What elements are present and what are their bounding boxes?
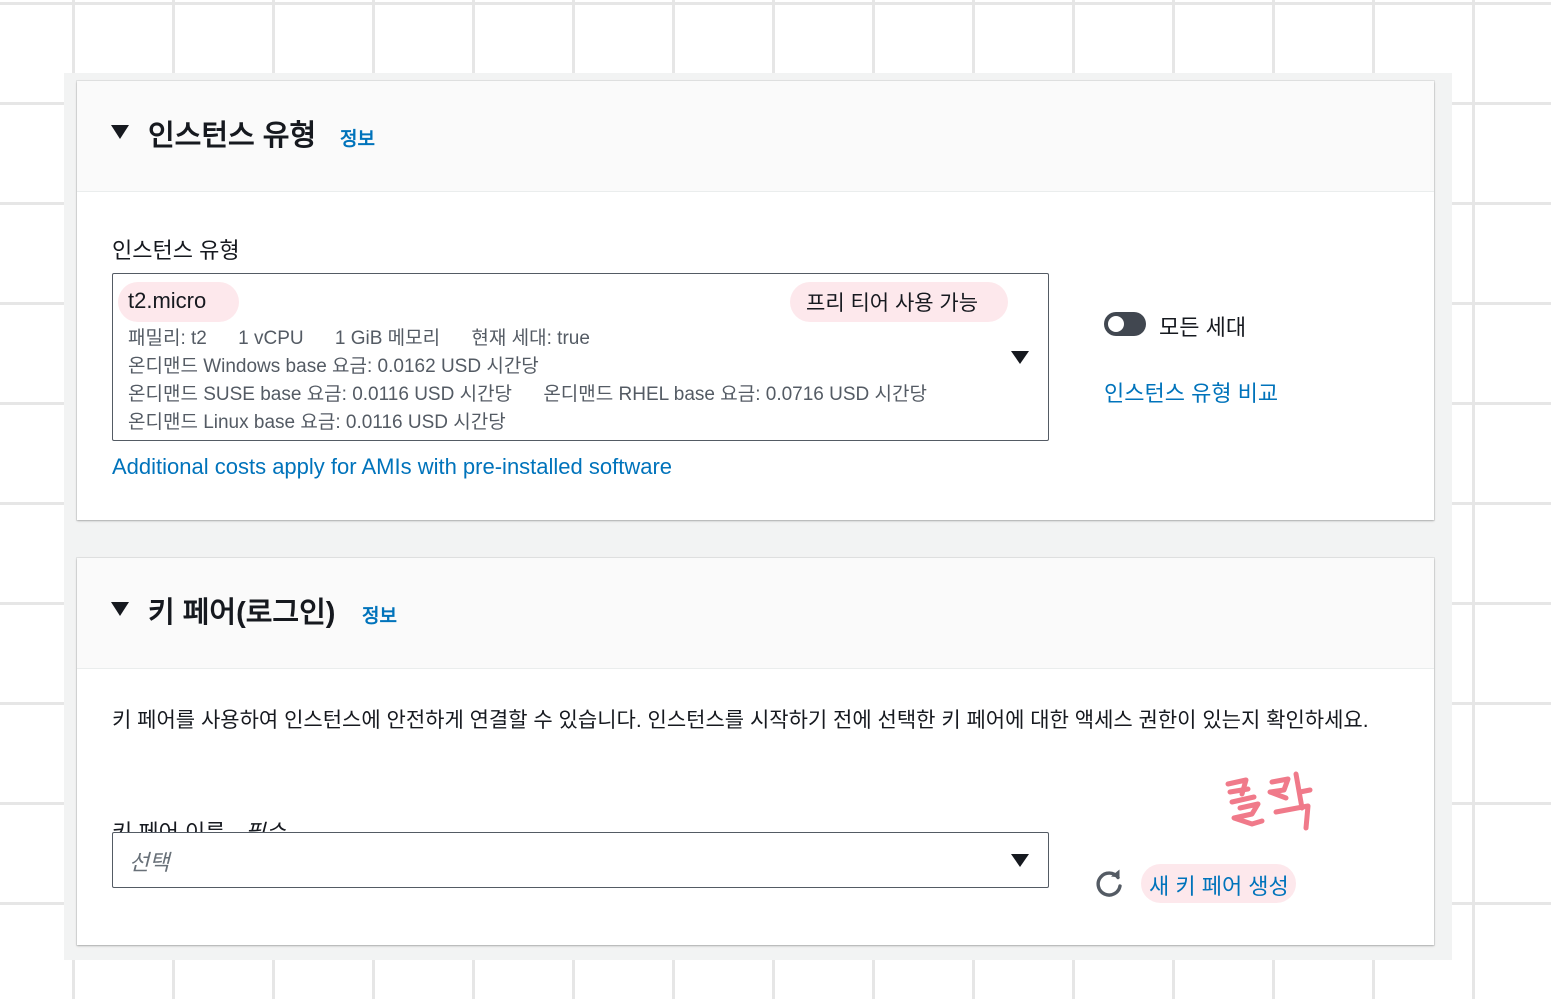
handwritten-click-note — [1225, 771, 1313, 831]
instance-type-select[interactable]: t2.micro 프리 티어 사용 가능 패밀리: t2 1 vCPU 1 Gi… — [112, 273, 1049, 441]
select-placeholder: 선택 — [129, 850, 170, 875]
key-pair-panel: 키 페어(로그인) 정보 키 페어를 사용하여 인스턴스에 안전하게 연결할 수… — [77, 558, 1434, 945]
family-text: 패밀리: t2 — [128, 328, 207, 349]
instance-type-panel: 인스턴스 유형 정보 인스턴스 유형 t2.micro 프리 티어 사용 가능 … — [77, 81, 1434, 520]
compare-instance-types-link[interactable]: 인스턴스 유형 비교 — [1104, 376, 1278, 408]
instance-specs: 패밀리: t2 1 vCPU 1 GiB 메모리 현재 세대: true — [128, 323, 616, 350]
price-linux: 온디맨드 Linux base 요금: 0.0116 USD 시간당 — [128, 412, 506, 433]
all-generations-label: 모든 세대 — [1159, 315, 1247, 340]
dropdown-arrow-icon — [1011, 351, 1029, 364]
refresh-icon[interactable] — [1092, 867, 1126, 901]
panel-header: 키 페어(로그인) 정보 — [77, 558, 1434, 669]
key-pair-select[interactable]: 선택 — [112, 832, 1049, 888]
toggle-knob — [1108, 316, 1124, 332]
price-rhel: 온디맨드 RHEL base 요금: 0.0716 USD 시간당 — [543, 384, 927, 405]
price-suse: 온디맨드 SUSE base 요금: 0.0116 USD 시간당 — [128, 384, 513, 405]
generation-text: 현재 세대: true — [471, 328, 590, 349]
free-tier-badge: 프리 티어 사용 가능 — [806, 292, 979, 315]
vcpu-text: 1 vCPU — [238, 328, 304, 349]
info-link[interactable]: 정보 — [340, 124, 375, 151]
memory-text: 1 GiB 메모리 — [334, 328, 441, 349]
key-pair-description: 키 페어를 사용하여 인스턴스에 안전하게 연결할 수 있습니다. 인스턴스를 … — [112, 709, 1369, 732]
instance-type-label: 인스턴스 유형 — [112, 238, 240, 263]
price-suse-rhel: 온디맨드 SUSE base 요금: 0.0116 USD 시간당 온디맨드 R… — [128, 379, 953, 406]
instance-type-name: t2.micro — [128, 288, 207, 313]
info-link[interactable]: 정보 — [362, 601, 397, 628]
panel-header: 인스턴스 유형 정보 — [77, 81, 1434, 192]
panel-title: 키 페어(로그인) — [148, 597, 336, 629]
collapse-caret-icon[interactable] — [111, 125, 129, 139]
price-windows: 온디맨드 Windows base 요금: 0.0162 USD 시간당 — [128, 356, 539, 377]
panel-title: 인스턴스 유형 — [148, 120, 317, 152]
create-key-pair-link[interactable]: 새 키 페어 생성 — [1149, 869, 1289, 901]
additional-costs-link[interactable]: Additional costs apply for AMIs with pre… — [112, 454, 672, 480]
all-generations-toggle[interactable] — [1104, 312, 1146, 336]
dropdown-arrow-icon — [1011, 854, 1029, 867]
collapse-caret-icon[interactable] — [111, 602, 129, 616]
